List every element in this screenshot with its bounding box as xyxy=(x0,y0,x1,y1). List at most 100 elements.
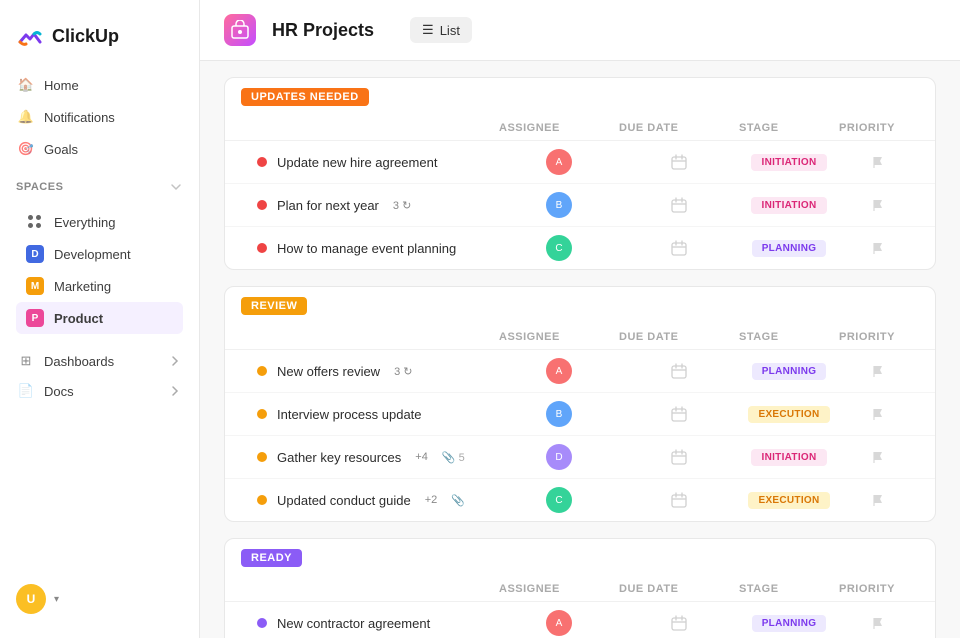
project-title: HR Projects xyxy=(272,20,374,41)
avatar: D xyxy=(546,444,572,470)
group-review: REVIEW ASSIGNEE DUE DATE STAGE PRIORITY … xyxy=(224,286,936,522)
main-header: HR Projects ☰ List xyxy=(200,0,960,61)
calendar-icon xyxy=(671,154,687,170)
flag-icon xyxy=(872,198,886,212)
goals-icon: 🎯 xyxy=(18,141,34,157)
flag-icon xyxy=(872,450,886,464)
table-row: Gather key resources +4 📎 5 D INITIATION xyxy=(225,436,935,479)
task-list-content: UPDATES NEEDED ASSIGNEE DUE DATE STAGE P… xyxy=(200,61,960,638)
avatar: A xyxy=(546,610,572,636)
table-row: Plan for next year 3 ↻ B INITIATION xyxy=(225,184,935,227)
view-tabs: ☰ List xyxy=(410,17,472,43)
task-dot xyxy=(257,243,267,253)
col-due-date2: DUE DATE xyxy=(619,331,739,343)
sidebar-item-home[interactable]: 🏠 Home xyxy=(8,70,191,100)
spaces-list: Everything D Development M Marketing P P… xyxy=(0,206,199,334)
group-review-badge: REVIEW xyxy=(241,297,307,315)
project-icon xyxy=(224,14,256,46)
col-assignee2: ASSIGNEE xyxy=(499,331,619,343)
stage-badge: INITIATION xyxy=(751,449,826,466)
sidebar-item-product-label: Product xyxy=(54,311,103,326)
spaces-label: Spaces xyxy=(16,181,63,193)
stage-badge: EXECUTION xyxy=(748,492,829,509)
task-dot xyxy=(257,409,267,419)
avatar: U xyxy=(16,584,46,614)
dashboards-icon: ⊞ xyxy=(18,353,34,369)
col-due-date3: DUE DATE xyxy=(619,583,739,595)
sidebar-item-goals[interactable]: 🎯 Goals xyxy=(8,134,191,164)
chevron-down-icon[interactable] xyxy=(169,180,183,194)
col-priority3: PRIORITY xyxy=(839,583,919,595)
task-dot xyxy=(257,366,267,376)
avatar: A xyxy=(546,149,572,175)
group-review-header: REVIEW xyxy=(225,287,935,325)
avatar: B xyxy=(546,401,572,427)
sidebar-nav: 🏠 Home 🔔 Notifications 🎯 Goals xyxy=(0,70,199,164)
user-chevron-icon: ▾ xyxy=(54,594,59,605)
task-count: +4 xyxy=(415,451,428,463)
sidebar-item-dashboards[interactable]: ⊞ Dashboards xyxy=(8,346,191,376)
task-name[interactable]: Update new hire agreement xyxy=(277,155,437,170)
stage-badge: INITIATION xyxy=(751,154,826,171)
extras-list: ⊞ Dashboards 📄 Docs xyxy=(0,346,199,406)
group-updates-columns: ASSIGNEE DUE DATE STAGE PRIORITY xyxy=(225,116,935,141)
flag-icon xyxy=(872,407,886,421)
calendar-icon xyxy=(671,615,687,631)
sidebar-item-product[interactable]: P Product xyxy=(16,302,183,334)
sidebar-item-marketing[interactable]: M Marketing xyxy=(16,270,183,302)
sidebar-item-docs[interactable]: 📄 Docs xyxy=(8,376,191,406)
task-name[interactable]: Interview process update xyxy=(277,407,422,422)
task-count: 3 ↻ xyxy=(394,365,412,378)
col-stage3: STAGE xyxy=(739,583,839,595)
stage-badge: PLANNING xyxy=(752,240,827,257)
task-name[interactable]: How to manage event planning xyxy=(277,241,456,256)
attachment-icon: 📎 xyxy=(451,494,465,507)
sidebar-item-goals-label: Goals xyxy=(44,142,78,157)
user-profile[interactable]: U ▾ xyxy=(0,572,199,626)
group-ready-columns: ASSIGNEE DUE DATE STAGE PRIORITY xyxy=(225,577,935,602)
group-ready-badge: READY xyxy=(241,549,302,567)
logo: ClickUp xyxy=(0,12,199,70)
col-stage2: STAGE xyxy=(739,331,839,343)
everything-icon xyxy=(26,213,44,231)
task-name[interactable]: Gather key resources xyxy=(277,450,401,465)
task-name[interactable]: Plan for next year xyxy=(277,198,379,213)
task-dot xyxy=(257,495,267,505)
task-dot xyxy=(257,452,267,462)
table-row: Updated conduct guide +2 📎 C EXECUTION xyxy=(225,479,935,521)
group-updates-badge: UPDATES NEEDED xyxy=(241,88,369,106)
main-content: HR Projects ☰ List UPDATES NEEDED ASSIGN… xyxy=(200,0,960,638)
sidebar-item-development[interactable]: D Development xyxy=(16,238,183,270)
group-ready-header: READY xyxy=(225,539,935,577)
flag-icon xyxy=(872,616,886,630)
sidebar-item-home-label: Home xyxy=(44,78,79,93)
marketing-dot: M xyxy=(26,277,44,295)
table-row: New offers review 3 ↻ A PLANNING xyxy=(225,350,935,393)
logo-text: ClickUp xyxy=(52,26,119,47)
tab-list-label: List xyxy=(440,23,460,38)
task-count: +2 xyxy=(425,494,438,506)
task-name[interactable]: Updated conduct guide xyxy=(277,493,411,508)
flag-icon xyxy=(872,241,886,255)
task-name[interactable]: New offers review xyxy=(277,364,380,379)
sidebar-item-development-label: Development xyxy=(54,247,131,262)
clickup-logo-icon xyxy=(16,22,44,50)
tab-list[interactable]: ☰ List xyxy=(410,17,472,43)
sidebar-item-everything-label: Everything xyxy=(54,215,115,230)
task-name[interactable]: New contractor agreement xyxy=(277,616,430,631)
task-count: 3 ↻ xyxy=(393,199,411,212)
table-row: Interview process update B EXECUTION xyxy=(225,393,935,436)
sidebar: ClickUp 🏠 Home 🔔 Notifications 🎯 Goals S… xyxy=(0,0,200,638)
docs-label: Docs xyxy=(44,384,74,399)
sidebar-item-notifications[interactable]: 🔔 Notifications xyxy=(8,102,191,132)
task-dot xyxy=(257,200,267,210)
calendar-icon xyxy=(671,240,687,256)
attachment-count: 📎 5 xyxy=(442,451,465,464)
calendar-icon xyxy=(671,406,687,422)
chevron-right-icon2 xyxy=(169,385,181,397)
calendar-icon xyxy=(671,197,687,213)
avatar: C xyxy=(546,487,572,513)
sidebar-item-everything[interactable]: Everything xyxy=(16,206,183,238)
development-dot: D xyxy=(26,245,44,263)
flag-icon xyxy=(872,364,886,378)
